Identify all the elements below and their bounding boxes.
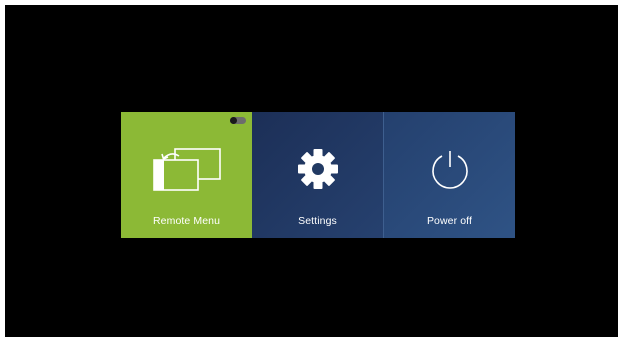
remote-menu-tile[interactable]: Remote Menu: [121, 112, 252, 238]
toggle-knob: [230, 117, 237, 124]
power-icon: [384, 142, 515, 196]
screen-mirror-icon: [121, 142, 252, 196]
display-screen: Remote Menu Settings Power off: [5, 5, 618, 337]
settings-label: Settings: [298, 215, 337, 227]
power-off-label: Power off: [426, 215, 473, 227]
settings-tile[interactable]: Settings: [252, 112, 383, 238]
gear-icon: [252, 142, 383, 196]
remote-menu-label: Remote Menu: [152, 215, 221, 227]
remote-toggle-switch[interactable]: [230, 117, 246, 124]
main-menu: Remote Menu Settings Power off: [121, 112, 515, 238]
power-off-tile[interactable]: Power off: [383, 112, 515, 238]
